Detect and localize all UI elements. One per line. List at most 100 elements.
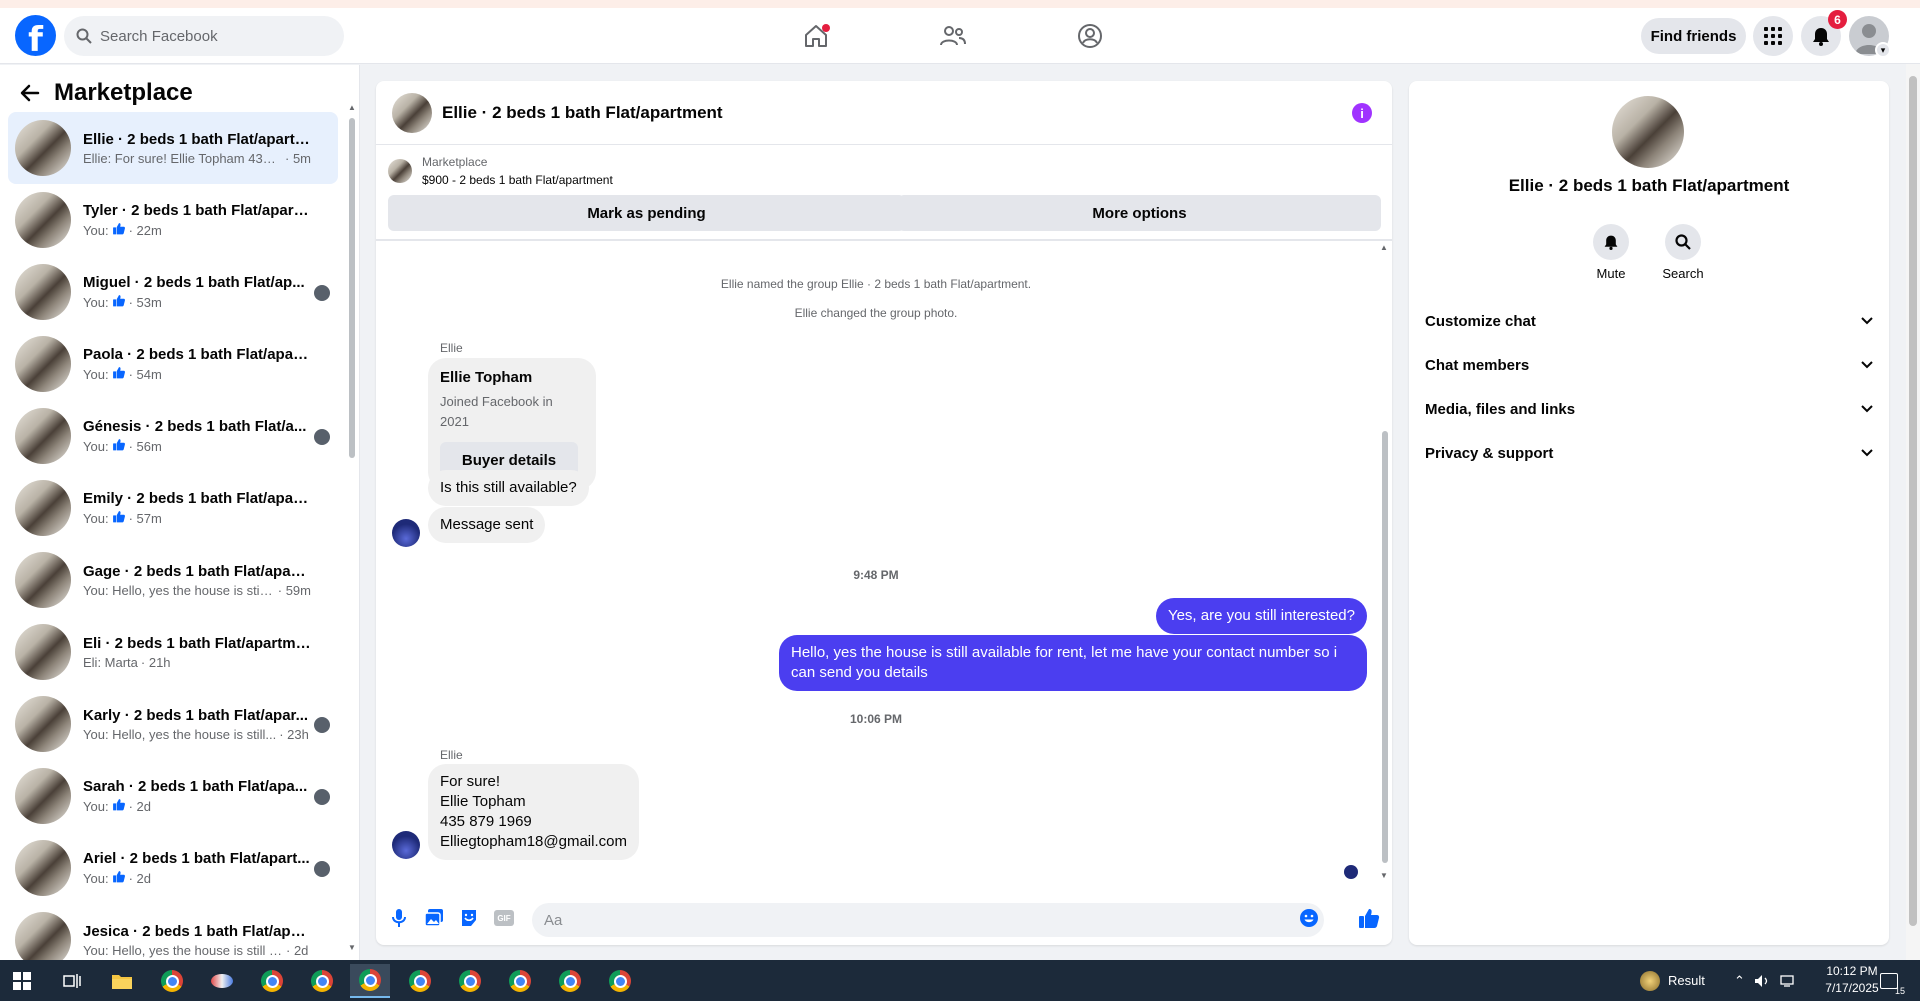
inbox-header: Marketplace — [20, 79, 193, 107]
conversation-item[interactable]: Génesis · 2 beds 1 bath Flat/a... You: · 5… — [8, 400, 338, 472]
chat-title[interactable]: Ellie · 2 beds 1 bath Flat/apartment — [442, 103, 723, 123]
inbox-scrollbar-thumb[interactable] — [349, 118, 355, 458]
conversation-name: Emily · 2 beds 1 bath Flat/apart... — [83, 490, 311, 507]
customize-chat-section[interactable]: Customize chat — [1425, 301, 1873, 341]
chat-scrollbar[interactable]: ▲ ▼ — [1378, 243, 1392, 883]
conversation-name: Paola · 2 beds 1 bath Flat/apart... — [83, 346, 311, 363]
task-view-icon — [63, 974, 81, 988]
chrome-taskbar-icon[interactable] — [500, 964, 540, 998]
microphone-icon[interactable] — [388, 907, 410, 929]
menu-button[interactable] — [1753, 16, 1793, 56]
chrome-taskbar-icon[interactable] — [450, 964, 490, 998]
clock-date: 7/17/2025 — [1825, 981, 1879, 995]
conversation-item[interactable]: Miguel · 2 beds 1 bath Flat/ap... You: · 5… — [8, 256, 338, 328]
read-receipt-avatar — [1344, 865, 1358, 879]
home-nav-button[interactable] — [796, 18, 836, 54]
action-center-button[interactable]: 15 — [1880, 960, 1905, 1001]
conversation-name: Ariel · 2 beds 1 bath Flat/apart... — [83, 850, 310, 867]
chrome-icon — [359, 969, 381, 991]
speaker-icon[interactable] — [1754, 960, 1770, 1001]
sender-name: Ellie — [440, 341, 463, 355]
message-bubble-incoming[interactable]: For sure! Ellie Topham 435 879 1969 Elli… — [428, 764, 639, 860]
emoji-icon[interactable] — [1298, 907, 1320, 929]
conversation-avatar — [15, 552, 71, 608]
chrome-taskbar-icon[interactable] — [152, 964, 192, 998]
notification-center-icon: 15 — [1880, 972, 1905, 996]
search-input[interactable] — [100, 27, 320, 45]
chrome-taskbar-icon-active[interactable] — [350, 964, 390, 998]
chrome-taskbar-icon[interactable] — [400, 964, 440, 998]
chevron-down-icon[interactable]: ▾ — [1875, 42, 1891, 58]
bell-icon — [1604, 235, 1618, 250]
message-input[interactable] — [532, 903, 1324, 937]
file-explorer-button[interactable] — [102, 964, 142, 998]
timestamp-divider: 10:06 PM — [849, 712, 903, 726]
conversation-item[interactable]: Gage · 2 beds 1 bath Flat/apart... You: H… — [8, 544, 338, 616]
page-scrollbar-thumb[interactable] — [1909, 76, 1917, 926]
group-photo[interactable] — [1612, 96, 1684, 168]
facebook-logo[interactable]: f — [15, 15, 56, 56]
conversation-time: · 54m — [128, 366, 162, 382]
photo-icon[interactable] — [423, 907, 445, 929]
conversation-item[interactable]: Emily · 2 beds 1 bath Flat/apart... You: ·… — [8, 472, 338, 544]
media-files-links-section[interactable]: Media, files and links — [1425, 389, 1873, 429]
mark-as-pending-button[interactable]: Mark as pending — [388, 195, 905, 231]
conversation-item[interactable]: Karly · 2 beds 1 bath Flat/apar... You: H… — [8, 688, 338, 760]
conversation-item[interactable]: Tyler · 2 beds 1 bath Flat/apartm... You:… — [8, 184, 338, 256]
chat-members-section[interactable]: Chat members — [1425, 345, 1873, 385]
more-options-button[interactable]: More options — [898, 195, 1381, 231]
find-friends-button[interactable]: Find friends — [1641, 18, 1746, 54]
chevron-up-icon[interactable]: ⌃ — [1734, 960, 1745, 1001]
task-view-button[interactable] — [52, 964, 92, 998]
sender-avatar[interactable] — [392, 519, 420, 547]
network-icon[interactable] — [1780, 960, 1796, 1001]
message-bubble-incoming[interactable]: Message sent — [428, 507, 546, 543]
inbox-scrollbar[interactable]: ▲ ▼ — [348, 103, 356, 953]
system-clock[interactable]: 10:12 PM 7/17/2025 — [1817, 963, 1887, 997]
listing-price-title: $900 - 2 beds 1 bath Flat/apartment — [422, 173, 613, 187]
message-bubble-incoming[interactable]: Is this still available? — [428, 470, 589, 506]
notifications-button[interactable]: 6 — [1801, 10, 1847, 56]
chat-avatar[interactable] — [392, 92, 432, 133]
conversation-item[interactable]: Eli · 2 beds 1 bath Flat/apartment Eli: M… — [8, 616, 338, 688]
seen-avatar — [314, 717, 330, 733]
gif-icon[interactable]: GIF — [493, 907, 515, 929]
result-widget[interactable]: Result — [1640, 960, 1705, 1001]
chrome-taskbar-icon[interactable] — [252, 964, 292, 998]
grid-menu-icon — [1764, 27, 1782, 45]
chrome-taskbar-icon[interactable] — [600, 964, 640, 998]
windows-start-button[interactable] — [2, 964, 42, 998]
friends-nav-button[interactable] — [933, 18, 973, 54]
app-taskbar-icon[interactable] — [202, 964, 242, 998]
conversation-item[interactable]: Paola · 2 beds 1 bath Flat/apart... You: ·… — [8, 328, 338, 400]
groups-nav-button[interactable] — [1070, 18, 1110, 54]
listing-source-label: Marketplace — [422, 155, 488, 169]
search-action[interactable]: Search — [1653, 224, 1713, 281]
conversation-name: Génesis · 2 beds 1 bath Flat/a... — [83, 418, 307, 435]
conversation-snippet: You: — [83, 510, 109, 526]
sender-avatar[interactable] — [392, 831, 420, 859]
top-navbar: f Find friends 6 ▾ — [0, 8, 1920, 64]
listing-info[interactable]: Marketplace $900 - 2 beds 1 bath Flat/ap… — [388, 153, 613, 189]
sticker-icon[interactable] — [458, 907, 480, 929]
action-center-count: 15 — [1894, 985, 1905, 996]
like-thumb-icon[interactable] — [1358, 907, 1380, 929]
info-icon[interactable]: i — [1352, 103, 1372, 123]
chrome-taskbar-icon[interactable] — [302, 964, 342, 998]
conversation-item[interactable]: Sarah · 2 beds 1 bath Flat/apa... You: · 2… — [8, 760, 338, 832]
chat-scrollbar-thumb[interactable] — [1382, 431, 1388, 863]
message-bubble-outgoing[interactable]: Hello, yes the house is still available … — [779, 635, 1367, 691]
mute-action[interactable]: Mute — [1581, 224, 1641, 281]
conversation-snippet: You: Hello, yes the house is still... — [83, 726, 277, 742]
privacy-support-section[interactable]: Privacy & support — [1425, 433, 1873, 473]
conversation-item[interactable]: Ellie · 2 beds 1 bath Flat/apartm... Elli… — [8, 112, 338, 184]
conversation-avatar — [15, 264, 71, 320]
group-name: Ellie · 2 beds 1 bath Flat/apartment — [1508, 176, 1790, 195]
page-scrollbar[interactable] — [1906, 64, 1920, 960]
message-bubble-outgoing[interactable]: Yes, are you still interested? — [1155, 598, 1367, 634]
conversation-item[interactable]: Ariel · 2 beds 1 bath Flat/apart... You: ·… — [8, 832, 338, 904]
chrome-taskbar-icon[interactable] — [550, 964, 590, 998]
back-arrow-icon[interactable] — [20, 83, 40, 103]
search-box[interactable] — [64, 16, 344, 56]
like-thumb-icon — [112, 798, 126, 814]
